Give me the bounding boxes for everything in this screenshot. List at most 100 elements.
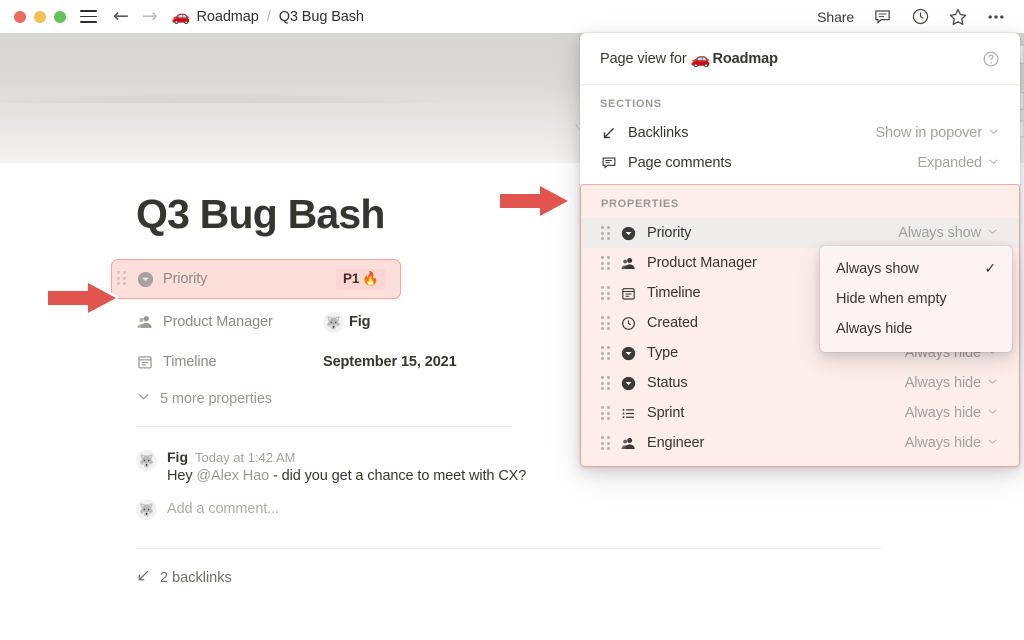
breadcrumb-separator: / xyxy=(267,9,271,25)
popover-property-value[interactable]: Always hide xyxy=(905,435,999,452)
select-icon xyxy=(619,374,637,392)
app-window: ← → 🚗 Roadmap / Q3 Bug Bash Share xyxy=(0,0,1024,640)
more-icon[interactable] xyxy=(986,7,1006,27)
dropdown-item-label: Always show xyxy=(836,261,919,277)
maximize-window-button[interactable] xyxy=(54,11,66,23)
drag-handle-icon[interactable] xyxy=(601,286,611,300)
dropdown-item-always-show[interactable]: Always show ✓ xyxy=(820,254,1012,284)
avatar: 🐺 xyxy=(136,450,157,471)
comment-item: 🐺 Fig Today at 1:42 AM Hey @Alex Hao - d… xyxy=(136,449,596,484)
breadcrumb-current[interactable]: Q3 Bug Bash xyxy=(279,9,364,25)
backlinks-toggle[interactable]: 2 backlinks xyxy=(136,568,1024,587)
popover-property-value-label: Always hide xyxy=(905,375,981,391)
comment-timestamp: Today at 1:42 AM xyxy=(195,450,295,465)
close-window-button[interactable] xyxy=(14,11,26,23)
history-icon[interactable] xyxy=(910,7,930,27)
comment-mention[interactable]: @Alex Hao xyxy=(196,468,269,484)
popover-property-name: Created xyxy=(647,315,698,331)
popover-property-row-priority[interactable]: Priority Always show xyxy=(581,218,1019,248)
content-divider xyxy=(136,426,512,427)
comment-text-before: Hey xyxy=(167,468,196,484)
dropdown-item-label: Hide when empty xyxy=(836,291,947,307)
comment-author: Fig xyxy=(167,449,188,465)
arrow-to-popover-properties xyxy=(496,181,574,221)
person-icon xyxy=(136,313,154,331)
popover-property-value[interactable]: Always hide xyxy=(905,375,999,392)
page-property-row-timeline[interactable]: Timeline September 15, 2021 xyxy=(136,345,556,379)
dropdown-item-hide-when-empty[interactable]: Hide when empty xyxy=(820,284,1012,314)
window-controls xyxy=(14,11,66,23)
properties-label: PROPERTIES xyxy=(581,185,1019,218)
backlink-arrow-icon xyxy=(136,568,151,587)
star-icon[interactable] xyxy=(948,7,968,27)
popover-header: Page view for 🚗 Roadmap xyxy=(580,33,1020,85)
minimize-window-button[interactable] xyxy=(34,11,46,23)
date-icon xyxy=(619,284,637,302)
page-properties-list: Priority P1 🔥 xyxy=(136,259,556,408)
avatar: 🐺 xyxy=(136,499,157,520)
chevron-down-icon xyxy=(986,225,999,242)
comments-section: 🐺 Fig Today at 1:42 AM Hey @Alex Hao - d… xyxy=(136,449,596,520)
dropdown-item-always-hide[interactable]: Always hide xyxy=(820,314,1012,344)
popover-section-row-backlinks[interactable]: Backlinks Show in popover xyxy=(580,118,1020,148)
roadmap-car-icon: 🚗 xyxy=(691,49,711,68)
drag-handle-icon[interactable] xyxy=(601,256,611,270)
popover-property-row-status[interactable]: Status Always hide xyxy=(581,368,1019,398)
arrow-right-icon[interactable]: → xyxy=(142,7,158,26)
comment-icon[interactable] xyxy=(872,7,892,27)
page-property-row-priority[interactable]: Priority P1 🔥 xyxy=(111,259,401,299)
popover-property-name: Engineer xyxy=(647,435,704,451)
titlebar-actions: Share xyxy=(817,7,1010,27)
more-properties-label: 5 more properties xyxy=(160,391,272,407)
dropdown-item-label: Always hide xyxy=(836,321,912,337)
page-property-value[interactable]: 🐺 Fig xyxy=(323,311,370,333)
popover-property-value[interactable]: Always show xyxy=(898,225,999,242)
popover-property-value[interactable]: Always hide xyxy=(905,405,999,422)
popover-section-value[interactable]: Show in popover xyxy=(875,125,1000,142)
popover-property-name: Type xyxy=(647,345,678,361)
comment-text: Hey @Alex Hao - did you get a chance to … xyxy=(167,468,526,484)
popover-property-row-sprint[interactable]: Sprint Always hide xyxy=(581,398,1019,428)
popover-section-value[interactable]: Expanded xyxy=(917,155,1000,172)
select-icon xyxy=(136,270,154,288)
drag-handle-icon[interactable] xyxy=(601,346,611,360)
drag-handle-icon[interactable] xyxy=(601,406,611,420)
page-property-row-product-manager[interactable]: Product Manager 🐺 Fig xyxy=(136,305,556,339)
add-comment-input[interactable]: 🐺 Add a comment... xyxy=(136,498,596,520)
popover-property-name: Status xyxy=(647,375,688,391)
chevron-down-icon xyxy=(987,155,1000,172)
page-property-value[interactable]: September 15, 2021 xyxy=(323,354,457,370)
add-comment-placeholder: Add a comment... xyxy=(167,501,279,517)
popover-header-prefix: Page view for xyxy=(600,51,687,67)
question-circle-icon[interactable] xyxy=(982,50,1000,68)
popover-section-row-page-comments[interactable]: Page comments Expanded xyxy=(580,148,1020,178)
chevron-down-icon xyxy=(986,375,999,392)
person-icon xyxy=(619,434,637,452)
drag-handle-icon[interactable] xyxy=(601,226,611,240)
popover-property-row-engineer[interactable]: Engineer Always hide xyxy=(581,428,1019,458)
page-property-name: Priority xyxy=(163,271,207,287)
page-property-name: Timeline xyxy=(163,354,323,370)
drag-handle-icon[interactable] xyxy=(601,376,611,390)
popover-section-name: Page comments xyxy=(628,155,731,171)
page-property-name: Product Manager xyxy=(163,314,323,330)
more-properties-toggle[interactable]: 5 more properties xyxy=(136,389,556,408)
share-button[interactable]: Share xyxy=(817,9,854,25)
drag-handle-icon[interactable] xyxy=(601,316,611,330)
popover-header-target: Roadmap xyxy=(712,51,777,67)
popover-section-value-label: Expanded xyxy=(917,155,982,171)
priority-badge[interactable]: P1 🔥 xyxy=(336,269,386,290)
drag-handle-icon[interactable] xyxy=(601,436,611,450)
hamburger-icon[interactable] xyxy=(80,10,97,23)
select-icon xyxy=(619,344,637,362)
page-property-value[interactable]: P1 🔥 xyxy=(336,269,386,290)
arrow-left-icon[interactable]: ← xyxy=(113,7,129,26)
chevron-down-icon xyxy=(987,125,1000,142)
product-manager-name: Fig xyxy=(349,314,370,330)
fire-icon: 🔥 xyxy=(362,271,379,287)
check-icon: ✓ xyxy=(984,261,996,277)
popover-property-name: Timeline xyxy=(647,285,700,301)
breadcrumb-parent[interactable]: Roadmap xyxy=(197,9,259,25)
chevron-down-icon xyxy=(986,405,999,422)
sections-label: SECTIONS xyxy=(580,85,1020,118)
